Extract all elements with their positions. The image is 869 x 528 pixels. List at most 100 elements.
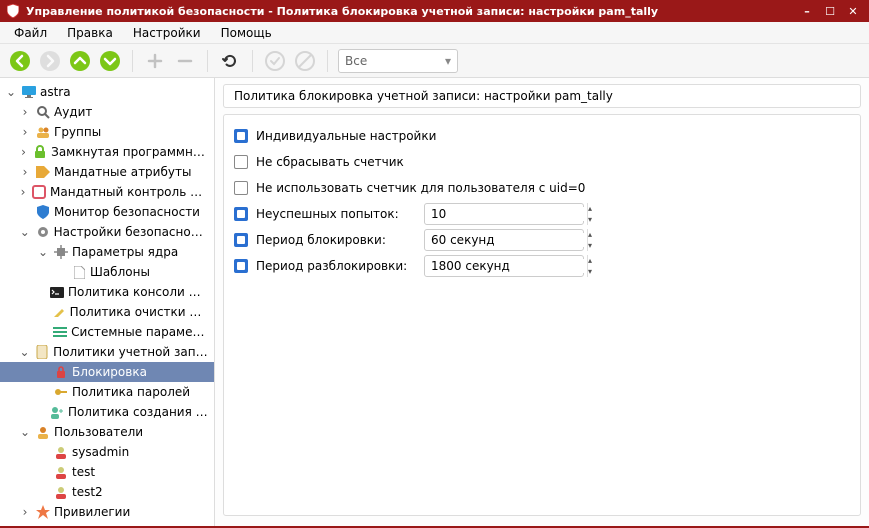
toolbar: Все ▾ [0,44,869,78]
step-up-icon[interactable]: ▴ [588,203,592,214]
filter-select[interactable]: Все ▾ [338,49,458,73]
tree-label: Мандатные атрибуты [54,165,191,179]
user-icon [53,444,69,460]
menubar: Файл Правка Настройки Помощь [0,22,869,44]
field-label: Период разблокировки: [256,259,416,273]
tree-label: test2 [72,485,103,499]
lock-icon [53,364,69,380]
window-title: Управление политикой безопасности - Поли… [26,5,658,18]
option-label: Индивидуальные настройки [256,129,436,143]
tree-label: Политики учетной записи [53,345,208,359]
tree-item-kernel[interactable]: ⌄ Параметры ядра [0,242,214,262]
chevron-down-icon: ▾ [445,54,451,68]
tree-item-user[interactable]: › sysadmin [0,442,214,462]
chevron-right-icon: › [18,145,29,159]
tree-label: Шаблоны [90,265,150,279]
unlock-input[interactable] [425,259,587,273]
checkbox-individual[interactable] [234,129,248,143]
broom-icon [51,304,67,320]
tree-label: sysadmin [72,445,129,459]
remove-button[interactable] [173,49,197,73]
tree-item-console-policy[interactable]: › Политика консоли и интерпр... [0,282,214,302]
option-label: Не сбрасывать счетчик [256,155,404,169]
tree-item-sec-settings[interactable]: ⌄ Настройки безопасности [0,222,214,242]
filter-select-label: Все [345,54,367,68]
tree-label: Политика создания пользова... [68,405,208,419]
step-down-icon[interactable]: ▾ [588,266,592,277]
tree-item-user[interactable]: › test [0,462,214,482]
tree-item-account-policies[interactable]: ⌄ Политики учетной записи [0,342,214,362]
tree-item-audit[interactable]: › Аудит [0,102,214,122]
user-icon [53,464,69,480]
tree-item-system-params[interactable]: › Системные параметры [0,322,214,342]
user-icon [53,484,69,500]
tree-item-mand-attrs[interactable]: › Мандатные атрибуты [0,162,214,182]
minimize-button[interactable]: – [797,3,817,19]
tree-item-user-create[interactable]: › Политика создания пользова... [0,402,214,422]
chevron-right-icon: › [18,105,32,119]
maximize-button[interactable]: ☐ [820,3,840,19]
tree-item-monitor[interactable]: › Монитор безопасности [0,202,214,222]
form-panel: Индивидуальные настройки Не сбрасывать с… [223,114,861,516]
menu-settings[interactable]: Настройки [125,24,209,42]
chevron-down-icon: ⌄ [18,225,32,239]
back-button[interactable] [8,49,32,73]
tree-label: Блокировка [72,365,147,379]
step-up-icon[interactable]: ▴ [588,229,592,240]
menu-edit[interactable]: Правка [59,24,121,42]
integrity-icon [31,184,47,200]
down-button[interactable] [98,49,122,73]
lock-input[interactable] [425,233,587,247]
fails-spinner[interactable]: ▴▾ [424,203,584,225]
field-label: Период блокировки: [256,233,416,247]
tree-label: Параметры ядра [72,245,178,259]
tree-item-user[interactable]: › test2 [0,482,214,502]
forward-button[interactable] [38,49,62,73]
tag-icon [35,164,51,180]
tree-item-closed-env[interactable]: › Замкнутая программная среда [0,142,214,162]
terminal-icon [49,284,65,300]
lock-spinner[interactable]: ▴▾ [424,229,584,251]
tree-label: astra [40,85,71,99]
tree-item-memory-policy[interactable]: › Политика очистки памяти [0,302,214,322]
fails-input[interactable] [425,207,587,221]
checkbox-lock[interactable] [234,233,248,247]
star-icon [35,504,51,520]
tree-item-users[interactable]: ⌄ Пользователи [0,422,214,442]
refresh-button[interactable] [218,49,242,73]
main-panel: Политика блокировка учетной записи: наст… [215,78,869,526]
chevron-down-icon: ⌄ [36,245,50,259]
tree-view[interactable]: ⌄ astra › Аудит › Группы › Замкнутая про… [0,78,215,526]
menu-help[interactable]: Помощь [213,24,280,42]
key-icon [53,384,69,400]
users-icon [35,424,51,440]
checkbox-uid0[interactable] [234,181,248,195]
step-down-icon[interactable]: ▾ [588,240,592,251]
monitor-icon [21,84,37,100]
tree-label: Политика очистки памяти [70,305,208,319]
tree-label: Группы [54,125,101,139]
tree-item-templates[interactable]: › Шаблоны [0,262,214,282]
step-up-icon[interactable]: ▴ [588,255,592,266]
tree-item-privileges[interactable]: › Привилегии [0,502,214,522]
checkbox-unlock[interactable] [234,259,248,273]
up-button[interactable] [68,49,92,73]
apply-button[interactable] [263,49,287,73]
checkbox-fails[interactable] [234,207,248,221]
chevron-down-icon: ⌄ [4,85,18,99]
close-button[interactable]: ✕ [843,3,863,19]
tree-item-lock[interactable]: › Блокировка [0,362,214,382]
tree-root[interactable]: ⌄ astra [0,82,214,102]
checkbox-noreset[interactable] [234,155,248,169]
audit-icon [35,104,51,120]
tree-item-passwords[interactable]: › Политика паролей [0,382,214,402]
page-title: Политика блокировка учетной записи: наст… [223,84,861,108]
chevron-down-icon: ⌄ [18,425,32,439]
unlock-spinner[interactable]: ▴▾ [424,255,584,277]
menu-file[interactable]: Файл [6,24,55,42]
cancel-button[interactable] [293,49,317,73]
add-button[interactable] [143,49,167,73]
tree-item-groups[interactable]: › Группы [0,122,214,142]
step-down-icon[interactable]: ▾ [588,214,592,225]
tree-item-mand-integrity[interactable]: › Мандатный контроль целостности [0,182,214,202]
